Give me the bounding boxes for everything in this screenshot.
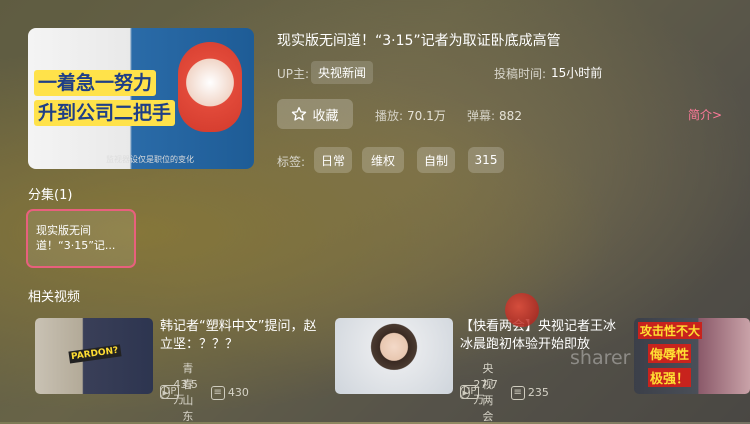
- up-name-chip[interactable]: 央视新闻: [311, 61, 374, 84]
- cover-caption: 监视器设仅是职位的变化: [106, 155, 194, 164]
- watermark-text: sharer: [570, 347, 631, 369]
- danmaku-value: 882: [499, 109, 522, 123]
- intro-link[interactable]: 简介>: [688, 106, 722, 123]
- episode-title-2: 道！“3·15”记...: [36, 239, 116, 252]
- tag-item[interactable]: 自制: [417, 147, 455, 173]
- episodes-header: 分集(1): [28, 188, 73, 203]
- episode-item[interactable]: 现实版无间 道！“3·15”记...: [26, 209, 136, 268]
- play-icon: ▶: [460, 386, 471, 399]
- related-thumbnail: PARDON?: [35, 318, 153, 394]
- tags-label: 标签:: [277, 155, 306, 169]
- tag-item[interactable]: 维权: [362, 147, 404, 173]
- up-label: UP主:: [277, 67, 310, 81]
- cover-text-2: 升到公司二把手: [34, 100, 176, 126]
- monkey-mask-figure: [178, 42, 242, 132]
- related-title: 韩记者“塑料中文”提问，赵立坚：？？？: [160, 319, 317, 352]
- danmaku-count: 弹幕: 882: [467, 107, 522, 124]
- thumb-text-2: 侮辱性: [648, 344, 692, 363]
- video-cover[interactable]: 一着急一努力 升到公司二把手 监视器设仅是职位的变化: [28, 28, 254, 169]
- related-plays: 27.7万: [473, 378, 498, 406]
- watermark-logo-icon: [505, 293, 539, 327]
- related-header: 相关视频: [28, 290, 81, 305]
- cover-text-1: 一着急一努力: [34, 70, 157, 96]
- play-label: 播放:: [375, 109, 404, 123]
- favorite-button[interactable]: 收藏: [277, 99, 353, 129]
- related-thumbnail: 攻击性不大 侮辱性 极强！: [634, 318, 750, 394]
- favorite-label: 收藏: [312, 108, 339, 124]
- danmaku-label: 弹幕:: [467, 109, 496, 123]
- posted-value: 15小时前: [551, 66, 603, 80]
- posted-label: 投稿时间:: [494, 67, 547, 81]
- danmaku-icon: ≡: [510, 385, 525, 400]
- play-icon: ▶: [160, 386, 171, 399]
- related-stats: ▶ 43.5万 ≡ 430: [160, 378, 249, 407]
- video-title: 现实版无间道！“3·15”记者为取证卧底成高管: [277, 33, 561, 49]
- related-thumbnail: [335, 318, 453, 394]
- play-count: 播放: 70.1万: [375, 107, 446, 124]
- related-danmaku: 430: [227, 386, 249, 399]
- thumb-text-1: 攻击性不大: [638, 322, 703, 339]
- play-value: 70.1万: [407, 109, 446, 123]
- tag-item[interactable]: 日常: [314, 147, 352, 173]
- related-plays: 43.5万: [173, 378, 198, 406]
- related-danmaku: 235: [527, 386, 549, 399]
- thumb-text-3: 极强！: [648, 368, 692, 387]
- related-stats: ▶ 27.7万 ≡ 235: [460, 378, 549, 407]
- star-icon: [292, 107, 307, 121]
- danmaku-icon: ≡: [210, 385, 225, 400]
- thumb-text: PARDON?: [68, 344, 122, 364]
- tag-item[interactable]: 315: [468, 147, 504, 173]
- episode-title-1: 现实版无间: [36, 224, 91, 237]
